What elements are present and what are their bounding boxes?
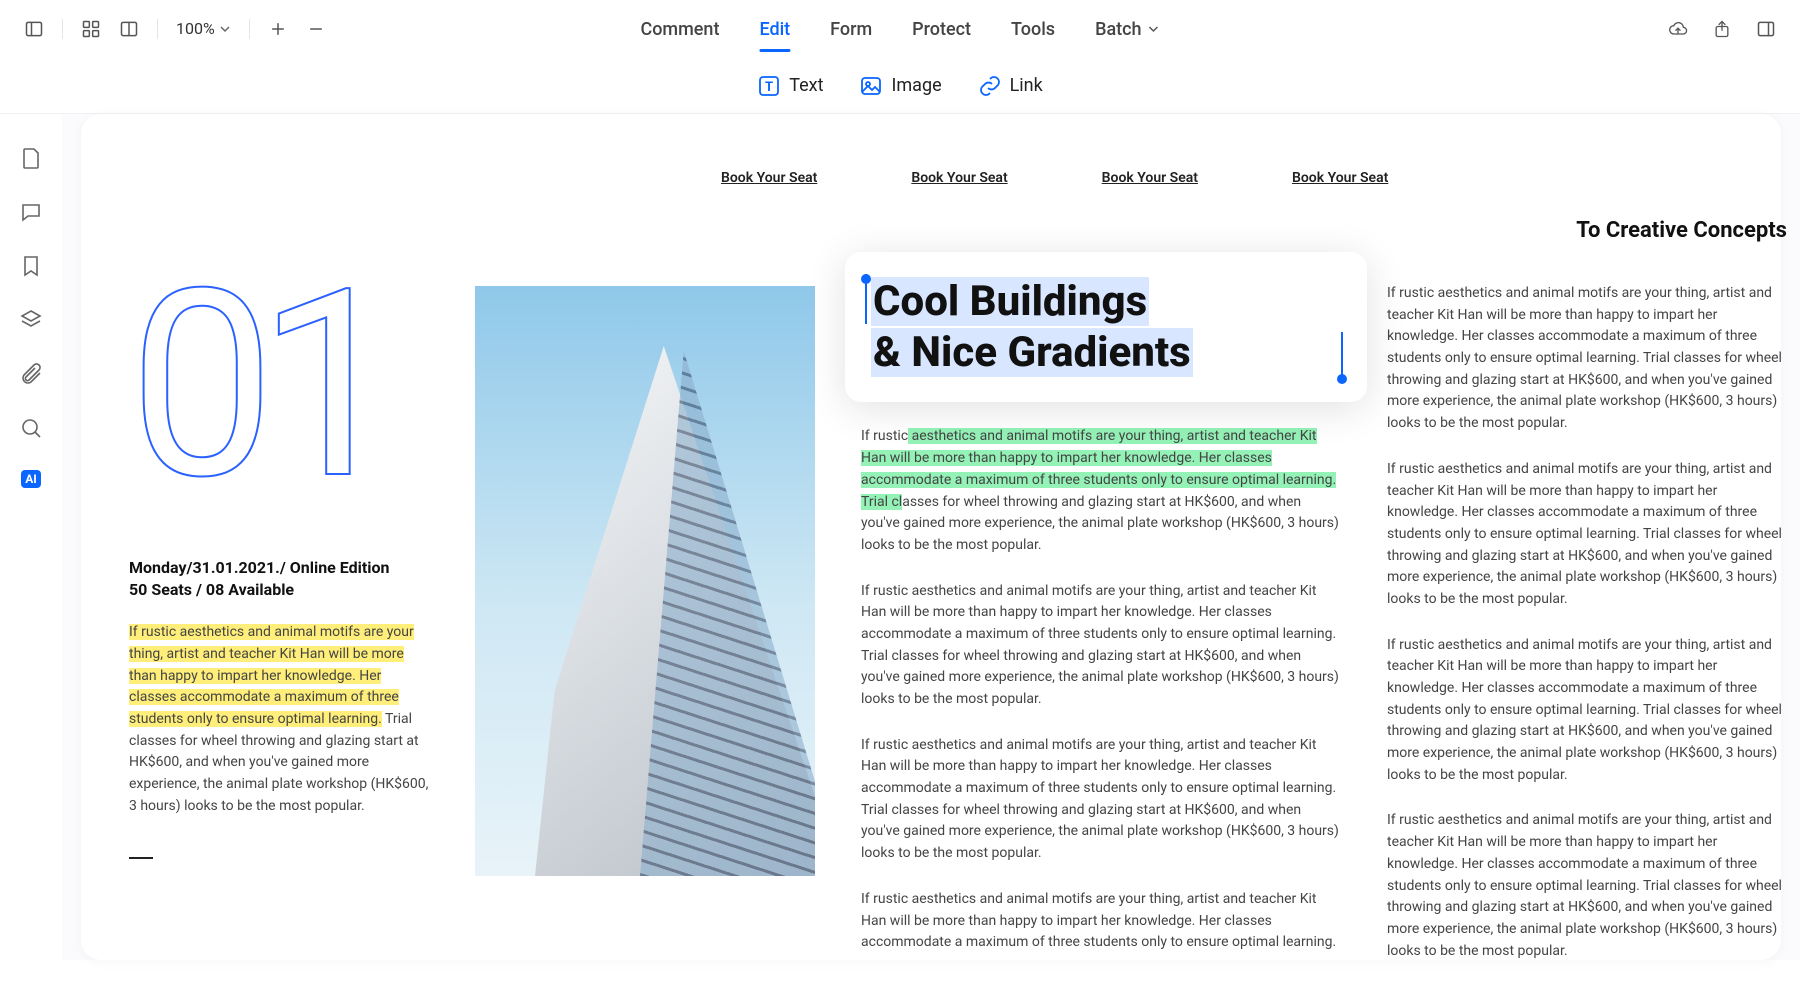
- svg-text:T: T: [765, 80, 773, 95]
- zoom-dropdown[interactable]: 100%: [176, 19, 231, 38]
- column-1: 01 Monday/31.01.2021./ Online Edition 50…: [129, 166, 429, 986]
- main-tabs: Comment Edit Form Protect Tools Batch: [640, 0, 1159, 58]
- left-rail: AI: [0, 114, 62, 960]
- col3-paragraph-2: If rustic aesthetics and animal motifs a…: [861, 581, 1341, 711]
- book-link[interactable]: Book Your Seat: [721, 170, 817, 186]
- highlight-yellow: If rustic aesthetics and animal motifs a…: [129, 624, 414, 727]
- link-icon: [978, 74, 1002, 98]
- document-canvas[interactable]: Book Your Seat Book Your Seat Book Your …: [62, 114, 1800, 960]
- tool-text[interactable]: T Text: [757, 74, 823, 98]
- tab-form[interactable]: Form: [830, 0, 872, 58]
- attachment-icon[interactable]: [19, 362, 43, 386]
- building-image: [475, 286, 815, 876]
- book-link[interactable]: Book Your Seat: [1102, 170, 1198, 186]
- column-2: [475, 166, 815, 986]
- col4-paragraph: If rustic aesthetics and animal motifs a…: [1387, 459, 1787, 611]
- tool-link[interactable]: Link: [978, 74, 1043, 98]
- col4-paragraph: If rustic aesthetics and animal motifs a…: [1387, 283, 1787, 435]
- edit-subtoolbar: T Text Image Link: [0, 58, 1800, 114]
- chevron-down-icon: [1148, 23, 1160, 35]
- date-info: Monday/31.01.2021./ Online Edition 50 Se…: [129, 557, 429, 600]
- chevron-down-icon: [219, 23, 231, 35]
- col1-paragraph: If rustic aesthetics and animal motifs a…: [129, 622, 429, 817]
- tab-comment[interactable]: Comment: [640, 0, 719, 58]
- text-icon: T: [757, 74, 781, 98]
- cloud-upload-icon[interactable]: [1668, 19, 1688, 39]
- tab-tools[interactable]: Tools: [1011, 0, 1055, 58]
- book-link[interactable]: Book Your Seat: [1292, 170, 1388, 186]
- column-4: To Creative Concepts If rustic aesthetic…: [1387, 166, 1787, 986]
- page-thumb-icon[interactable]: [19, 146, 43, 170]
- tab-protect[interactable]: Protect: [912, 0, 971, 58]
- selected-title-box[interactable]: Cool Buildings & Nice Gradients: [845, 252, 1367, 402]
- bookmark-icon[interactable]: [19, 254, 43, 278]
- col4-paragraph: If rustic aesthetics and animal motifs a…: [1387, 635, 1787, 787]
- concepts-heading: To Creative Concepts: [1387, 218, 1787, 243]
- col4-paragraph: If rustic aesthetics and animal motifs a…: [1387, 810, 1787, 962]
- share-icon[interactable]: [1712, 19, 1732, 39]
- sidebar-toggle-icon[interactable]: [24, 19, 44, 39]
- search-icon[interactable]: [19, 416, 43, 440]
- zoom-value: 100%: [176, 19, 215, 38]
- col3-paragraph-3: If rustic aesthetics and animal motifs a…: [861, 735, 1341, 865]
- selection-caret: [865, 274, 867, 324]
- ai-button[interactable]: AI: [21, 470, 41, 488]
- selection-handle-end[interactable]: [1337, 374, 1347, 384]
- zoom-out-icon[interactable]: [306, 19, 326, 39]
- tool-image[interactable]: Image: [859, 74, 941, 98]
- image-icon: [859, 74, 883, 98]
- document-page: Book Your Seat Book Your Seat Book Your …: [81, 114, 1781, 960]
- top-toolbar: 100% Comment Edit Form Protect Tools Bat…: [0, 0, 1800, 58]
- col3-paragraph-1: If rustic aesthetics and animal motifs a…: [861, 426, 1341, 556]
- tab-edit[interactable]: Edit: [759, 0, 790, 58]
- divider-rule: [129, 857, 153, 859]
- grid-view-icon[interactable]: [81, 19, 101, 39]
- layers-icon[interactable]: [19, 308, 43, 332]
- two-page-icon[interactable]: [119, 19, 139, 39]
- col3-paragraph-4: If rustic aesthetics and animal motifs a…: [861, 889, 1341, 954]
- tab-batch[interactable]: Batch: [1095, 0, 1159, 58]
- big-number: 01: [129, 276, 429, 497]
- comment-icon[interactable]: [19, 200, 43, 224]
- book-link[interactable]: Book Your Seat: [911, 170, 1007, 186]
- panel-right-icon[interactable]: [1756, 19, 1776, 39]
- zoom-in-icon[interactable]: [268, 19, 288, 39]
- book-links-row: Book Your Seat Book Your Seat Book Your …: [721, 170, 1388, 186]
- column-3: Cool Buildings & Nice Gradients If rusti…: [861, 166, 1341, 986]
